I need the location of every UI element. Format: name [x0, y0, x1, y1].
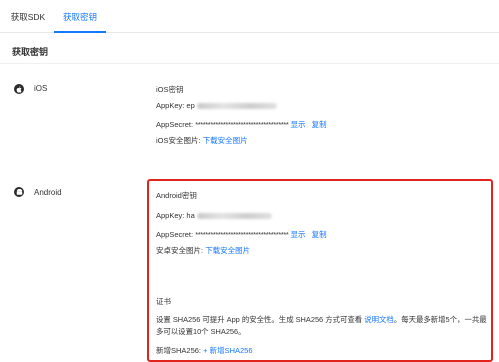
cert-doc-link[interactable]: 说明文档 [364, 315, 394, 324]
ios-download-security-image-link[interactable]: 下载安全图片 [203, 136, 248, 145]
ios-appsecret-row: AppSecret: *****************************… [156, 119, 327, 130]
cert-desc-text-2: 。每天最多新增5个，一共最 [393, 315, 487, 324]
android-key-title: Android密钥 [156, 191, 197, 200]
certificate-title: 证书 [156, 297, 171, 306]
cert-desc-text: 设置 SHA256 可提升 App 的安全性。生成 SHA256 方式可查看 [156, 315, 363, 324]
ios-security-image-row: iOS安全图片: 下载安全图片 [156, 135, 248, 146]
android-appkey-row: AppKey: ha [156, 211, 272, 220]
page-title: 获取密钥 [12, 47, 49, 57]
redacted-value [196, 103, 277, 110]
tab-get-sdk[interactable]: 获取SDK [6, 0, 50, 33]
ios-appkey-row: AppKey: ep [156, 101, 277, 110]
tab-get-key[interactable]: 获取密钥 [54, 0, 106, 33]
certificate-description: 设置 SHA256 可提升 App 的安全性。生成 SHA256 方式可查看 说… [156, 314, 487, 325]
android-appsecret-row: AppSecret: *****************************… [156, 229, 327, 240]
redacted-value [196, 213, 272, 220]
android-icon [14, 187, 24, 197]
add-sha256-link[interactable]: + 新增SHA256 [203, 346, 252, 355]
ios-security-image-label: iOS安全图片: [156, 136, 201, 145]
tab-bar: 获取SDK 获取密钥 [0, 0, 499, 33]
add-sha256-label: 新增SHA256: [156, 346, 202, 355]
ios-key-title: iOS密钥 [156, 85, 184, 94]
android-download-security-image-link[interactable]: 下载安全图片 [205, 246, 250, 255]
platform-label-android: Android [34, 188, 62, 197]
apple-icon [14, 84, 24, 94]
android-copy-secret-link[interactable]: 复制 [312, 230, 327, 239]
ios-copy-secret-link[interactable]: 复制 [312, 120, 327, 129]
add-sha256-row: 新增SHA256: + 新增SHA256 [156, 345, 253, 356]
ios-appkey-label: AppKey: ep [156, 101, 195, 110]
platform-label-ios: iOS [34, 84, 48, 93]
ios-appsecret-label: AppSecret: [156, 120, 196, 129]
android-appkey-label: AppKey: ha [156, 211, 195, 220]
certificate-description-line2: 多可以设置10个 SHA256。 [156, 327, 246, 336]
divider [0, 63, 499, 64]
android-appsecret-label: AppSecret: [156, 230, 196, 239]
android-security-image-row: 安卓安全图片: 下载安全图片 [156, 245, 250, 256]
android-appsecret-mask: ************************************* [195, 230, 289, 239]
android-show-secret-link[interactable]: 显示 [291, 230, 306, 239]
android-security-image-label: 安卓安全图片: [156, 246, 204, 255]
ios-show-secret-link[interactable]: 显示 [291, 120, 306, 129]
ios-appsecret-mask: ************************************* [195, 120, 289, 129]
